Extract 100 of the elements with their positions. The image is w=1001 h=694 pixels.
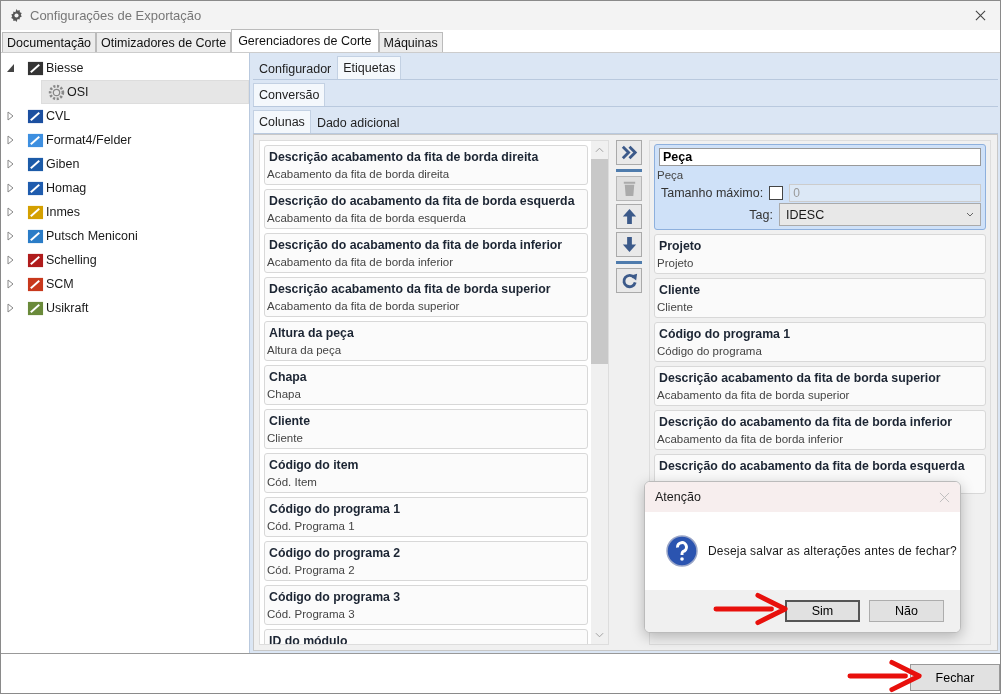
tree-item[interactable]: Schelling	[1, 248, 249, 272]
column-card[interactable]: Descrição do acabamento da fita de borda inferior Acabamento da fita de borda inferior	[264, 233, 588, 273]
column-card[interactable]: Cliente Cliente	[264, 409, 588, 449]
dialog-button[interactable]: Não	[869, 600, 944, 622]
scrollbar[interactable]	[591, 141, 608, 644]
column-card[interactable]: Descrição acabamento da fita de borda superior Acabamento da fita de borda superior	[654, 366, 986, 406]
column-title: Código do item	[268, 457, 360, 474]
refresh-button[interactable]	[616, 268, 642, 293]
window-title: Configurações de Exportação	[30, 8, 202, 23]
column-subtitle: Cód. Programa 3	[267, 607, 356, 622]
column-title: Cliente	[658, 282, 701, 299]
column-card[interactable]: Descrição acabamento da fita de borda superior Acabamento da fita de borda superior	[264, 277, 588, 317]
question-icon	[666, 535, 698, 567]
column-title: Cliente	[268, 413, 311, 430]
tree-item[interactable]: Usikraft	[1, 296, 249, 320]
tree-item[interactable]: Inmes	[1, 200, 249, 224]
tree-item[interactable]: Format4/Felder	[1, 128, 249, 152]
column-title: Descrição do acabamento da fita de borda esquerda	[658, 458, 966, 475]
column-title: Projeto	[658, 238, 703, 255]
column-title: Altura da peça	[268, 325, 355, 342]
column-card[interactable]: Código do programa 1 Código do programa	[654, 322, 986, 362]
logo-icon	[27, 179, 44, 197]
column-card[interactable]: Código do programa 2 Cód. Programa 2	[264, 541, 588, 581]
tab[interactable]: Otimizadores de Corte	[96, 32, 232, 52]
add-all-button[interactable]	[616, 140, 642, 165]
column-card[interactable]: Descrição acabamento da fita de borda direita Acabamento da fita de borda direita	[264, 145, 588, 185]
column-subtitle: Cód. Programa 2	[267, 563, 356, 578]
tag-dropdown[interactable]: IDESC	[779, 203, 981, 226]
tree-item[interactable]: Biesse	[1, 56, 249, 80]
column-card[interactable]: Peça Peça Tamanho máximo: 0 Tag: IDESC	[654, 144, 986, 230]
column-card[interactable]: Descrição do acabamento da fita de borda esquerda Acabamento da fita de borda esquerda	[264, 189, 588, 229]
tree-item[interactable]: Giben	[1, 152, 249, 176]
logo-icon	[27, 107, 44, 125]
column-subtitle: Cód. Item	[267, 475, 318, 490]
move-up-button[interactable]	[616, 204, 642, 229]
gear-icon	[48, 83, 65, 101]
column-subtitle: Acabamento da fita de borda inferior	[267, 255, 455, 270]
chevron-up-icon[interactable]	[595, 147, 604, 153]
column-title: Descrição do acabamento da fita de borda inferior	[658, 414, 954, 431]
tree-item[interactable]: SCM	[1, 272, 249, 296]
tab[interactable]: Colunas	[253, 110, 311, 133]
column-title: Código do programa 1	[658, 326, 792, 343]
tag-label: Tag:	[748, 207, 773, 222]
close-button[interactable]: Fechar	[910, 664, 1000, 691]
chevron-down-icon[interactable]	[595, 632, 604, 638]
column-title: Descrição do acabamento da fita de borda esquerda	[268, 193, 576, 210]
tab[interactable]: Máquinas	[378, 32, 443, 52]
title-input[interactable]: Peça	[659, 148, 981, 166]
logo-icon	[27, 227, 44, 245]
tab[interactable]: Etiquetas	[337, 56, 402, 79]
tab[interactable]: Dado adicional	[310, 112, 406, 133]
column-subtitle: Acabamento da fita de borda inferior	[657, 432, 845, 447]
column-card[interactable]: Projeto Projeto	[654, 234, 986, 274]
double-chevron-icon	[619, 143, 639, 162]
max-length-label: Tamanho máximo:	[660, 186, 764, 200]
column-card[interactable]: Código do programa 3 Cód. Programa 3	[264, 585, 588, 625]
checkbox[interactable]	[769, 186, 784, 200]
tree-item[interactable]: Homag	[1, 176, 249, 200]
logo-icon	[27, 299, 44, 317]
column-subtitle: Cliente	[267, 431, 304, 446]
settings-icon	[9, 8, 24, 23]
caret-icon	[966, 212, 974, 217]
column-card[interactable]: Código do programa 1 Cód. Programa 1	[264, 497, 588, 537]
logo-icon	[27, 155, 44, 173]
column-subtitle: Acabamento da fita de borda superior	[267, 299, 461, 314]
tree-item[interactable]: OSI	[41, 80, 249, 104]
logo-icon	[27, 203, 44, 221]
dialog-message: Deseja salvar as alterações antes de fechar?	[708, 544, 957, 558]
dialog-button[interactable]: Sim	[785, 600, 860, 622]
tree-item[interactable]: CVL	[1, 104, 249, 128]
expander-icon[interactable]	[7, 63, 15, 73]
tab[interactable]: Configurador	[253, 58, 338, 79]
column-card[interactable]: Descrição do acabamento da fita de borda inferior Acabamento da fita de borda inferior	[654, 410, 986, 450]
tree-item[interactable]: Putsch Meniconi	[1, 224, 249, 248]
column-card[interactable]: Chapa Chapa	[264, 365, 588, 405]
close-icon[interactable]	[975, 10, 986, 21]
column-subtitle: Acabamento da fita de borda superior	[657, 388, 851, 403]
column-title: Descrição do acabamento da fita de borda inferior	[268, 237, 564, 254]
logo-icon	[27, 59, 44, 77]
logo-icon	[27, 275, 44, 293]
tab[interactable]: Gerenciadores de Corte	[231, 29, 379, 52]
column-card[interactable]: Altura da peça Altura da peça	[264, 321, 588, 361]
column-card[interactable]: Código do item Cód. Item	[264, 453, 588, 493]
column-subtitle: Projeto	[657, 256, 695, 271]
column-title: Código do programa 2	[268, 545, 402, 562]
column-title: Descrição acabamento da fita de borda superior	[658, 370, 942, 387]
tab[interactable]: Documentação	[2, 32, 97, 52]
column-subtitle: Acabamento da fita de borda direita	[267, 167, 451, 182]
column-subtitle: Acabamento da fita de borda esquerda	[267, 211, 467, 226]
column-subtitle: Cliente	[657, 300, 694, 315]
column-title: Código do programa 1	[268, 501, 402, 518]
tab[interactable]: Conversão	[253, 83, 326, 106]
column-subtitle: Chapa	[267, 387, 302, 402]
logo-icon	[27, 131, 44, 149]
column-subtitle: Cód. Programa 1	[267, 519, 356, 534]
move-down-button[interactable]	[616, 232, 642, 257]
column-subtitle: Código do programa	[657, 344, 763, 359]
column-title: Descrição acabamento da fita de borda direita	[268, 149, 540, 166]
column-subtitle: Peça	[657, 168, 685, 183]
column-card[interactable]: Cliente Cliente	[654, 278, 986, 318]
